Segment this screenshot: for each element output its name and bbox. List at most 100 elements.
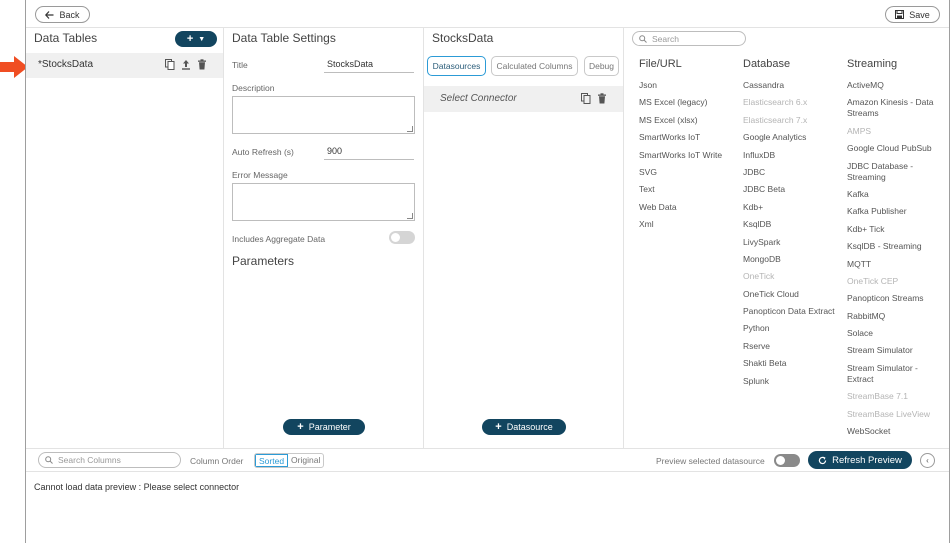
connector-item[interactable]: JDBC Beta bbox=[743, 184, 839, 195]
save-button[interactable]: Save bbox=[885, 6, 940, 23]
collapse-preview-button[interactable]: ‹ bbox=[920, 453, 935, 468]
connector-item[interactable]: OneTick Cloud bbox=[743, 289, 839, 300]
column-order-original[interactable]: Original bbox=[288, 454, 323, 467]
aggregate-data-toggle[interactable] bbox=[389, 231, 415, 244]
connector-item[interactable]: Kafka Publisher bbox=[847, 206, 943, 217]
connector-item[interactable]: WebSocket bbox=[847, 426, 943, 437]
search-columns-placeholder: Search Columns bbox=[58, 455, 121, 465]
connector-item[interactable]: Kafka bbox=[847, 189, 943, 200]
refresh-preview-button[interactable]: Refresh Preview bbox=[808, 451, 912, 469]
connector-item[interactable]: RabbitMQ bbox=[847, 311, 943, 322]
connector-search-input[interactable]: Search bbox=[632, 31, 746, 46]
tab-datasources[interactable]: Datasources bbox=[427, 56, 486, 76]
back-button[interactable]: Back bbox=[35, 6, 90, 23]
add-parameter-label: Parameter bbox=[308, 422, 351, 432]
data-table-row[interactable]: *StocksData bbox=[26, 53, 223, 78]
connector-item[interactable]: MongoDB bbox=[743, 254, 839, 265]
back-button-label: Back bbox=[59, 9, 80, 20]
select-connector-label: Select Connector bbox=[440, 93, 517, 104]
data-table-settings-panel: Data Table Settings Title StocksData Des… bbox=[224, 28, 424, 448]
search-columns-input[interactable]: Search Columns bbox=[38, 452, 181, 468]
data-tables-title: Data Tables bbox=[34, 31, 98, 45]
title-input[interactable]: StocksData bbox=[324, 57, 414, 73]
trash-icon[interactable] bbox=[597, 93, 607, 104]
connector-item[interactable]: Text bbox=[639, 184, 735, 195]
connector-item: OneTick CEP bbox=[847, 275, 899, 286]
copy-icon[interactable] bbox=[581, 93, 591, 104]
connector-item[interactable]: SmartWorks IoT bbox=[639, 132, 735, 143]
refresh-preview-label: Refresh Preview bbox=[832, 454, 902, 466]
connector-item[interactable]: SVG bbox=[639, 167, 735, 178]
error-message-textarea[interactable] bbox=[232, 183, 415, 221]
tab-calculated-columns[interactable]: Calculated Columns bbox=[491, 56, 578, 76]
title-label: Title bbox=[232, 60, 248, 70]
connector-item[interactable]: Rserve bbox=[743, 341, 839, 352]
connector-item[interactable]: Solace bbox=[847, 328, 943, 339]
tab-debug[interactable]: Debug bbox=[584, 56, 619, 76]
data-tables-panel: Data Tables + ▼ *StocksData bbox=[26, 28, 224, 448]
plus-icon: + bbox=[186, 33, 194, 45]
aggregate-data-label: Includes Aggregate Data bbox=[232, 234, 326, 244]
chevron-left-icon: ‹ bbox=[926, 456, 929, 465]
copy-icon[interactable] bbox=[165, 59, 175, 70]
datasource-panel: StocksData Datasources Calculated Column… bbox=[424, 28, 624, 448]
preview-datasource-toggle[interactable] bbox=[774, 454, 800, 467]
connector-item[interactable]: InfluxDB bbox=[743, 150, 839, 161]
trash-icon[interactable] bbox=[197, 59, 207, 70]
column-order-sorted[interactable]: Sorted bbox=[255, 454, 289, 467]
error-message-label: Error Message bbox=[232, 170, 288, 180]
connector-item[interactable]: Splunk bbox=[743, 376, 839, 387]
connector-item[interactable]: Kdb+ Tick bbox=[847, 224, 943, 235]
add-data-table-button[interactable]: + ▼ bbox=[175, 31, 217, 47]
connector-item[interactable]: Panopticon Streams bbox=[847, 293, 943, 304]
connector-item[interactable]: Google Cloud PubSub bbox=[847, 143, 943, 154]
column-order-label: Column Order bbox=[190, 456, 244, 466]
connector-item[interactable]: Web Data bbox=[639, 202, 735, 213]
connector-item[interactable]: MS Excel (legacy) bbox=[639, 97, 735, 108]
connector-item[interactable]: Stream Simulator - Extract bbox=[847, 363, 943, 385]
preview-toolbar: Search Columns Column Order Sorted Origi… bbox=[26, 448, 949, 472]
connector-item: OneTick bbox=[743, 271, 775, 282]
connector-item[interactable]: JDBC Database - Streaming bbox=[847, 161, 943, 183]
top-bar: Back Save bbox=[26, 0, 949, 28]
search-icon bbox=[639, 34, 647, 43]
connector-item[interactable]: Kdb+ bbox=[743, 202, 839, 213]
connector-column-database: Database Cassandra Elasticsearch 6.x Elast… bbox=[743, 58, 839, 393]
auto-refresh-input[interactable]: 900 bbox=[324, 144, 414, 160]
connector-item[interactable]: Google Analytics bbox=[743, 132, 839, 143]
connector-item[interactable]: KsqlDB - Streaming bbox=[847, 241, 943, 252]
connector-item[interactable]: KsqlDB bbox=[743, 219, 839, 230]
connector-item[interactable]: Python bbox=[743, 323, 839, 334]
connector-item: StreamBase 7.1 bbox=[847, 391, 908, 402]
connector-item[interactable]: Cassandra bbox=[743, 80, 839, 91]
connector-item[interactable]: Amazon Kinesis - Data Streams bbox=[847, 97, 943, 119]
connector-item[interactable]: MS Excel (xlsx) bbox=[639, 115, 735, 126]
connector-item[interactable]: Json bbox=[639, 80, 735, 91]
connector-heading: File/URL bbox=[639, 58, 682, 70]
connector-item: Elasticsearch 6.x bbox=[743, 97, 808, 108]
chevron-down-icon: ▼ bbox=[198, 35, 206, 43]
connector-item[interactable]: Panopticon Data Extract bbox=[743, 306, 839, 317]
datasource-panel-title: StocksData bbox=[432, 31, 494, 45]
connector-item[interactable]: LivySpark bbox=[743, 237, 839, 248]
parameters-title: Parameters bbox=[232, 254, 295, 268]
add-datasource-button[interactable]: + Datasource bbox=[482, 419, 566, 435]
connector-item[interactable]: Xml bbox=[639, 219, 735, 230]
callout-arrow-right-icon bbox=[0, 56, 28, 78]
connector-item[interactable]: Stream Simulator bbox=[847, 345, 943, 356]
save-icon bbox=[895, 10, 905, 19]
connector-item: StreamBase LiveView bbox=[847, 408, 930, 419]
preview-datasource-label: Preview selected datasource bbox=[656, 456, 765, 466]
add-parameter-button[interactable]: + Parameter bbox=[283, 419, 365, 435]
connector-item[interactable]: Shakti Beta bbox=[743, 358, 839, 369]
connector-item[interactable]: ActiveMQ bbox=[847, 80, 943, 91]
connector-item[interactable]: MQTT bbox=[847, 259, 943, 270]
upload-icon[interactable] bbox=[181, 59, 191, 70]
refresh-icon bbox=[818, 456, 827, 464]
plus-icon: + bbox=[297, 421, 304, 433]
connector-item[interactable]: JDBC bbox=[743, 167, 839, 178]
connector-item[interactable]: SmartWorks IoT Write bbox=[639, 150, 735, 161]
select-connector-row[interactable]: Select Connector bbox=[424, 86, 623, 112]
connector-list-panel: Search File/URL Json MS Excel (legacy) MS … bbox=[624, 28, 949, 448]
description-textarea[interactable] bbox=[232, 96, 415, 134]
